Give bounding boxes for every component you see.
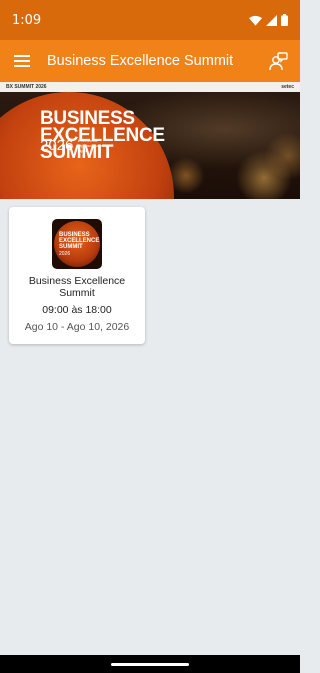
wifi-icon xyxy=(249,15,262,26)
banner-header-strip: BX SUMMIT 2026 setec xyxy=(0,82,300,92)
thumbnail-line-3: SUMMIT xyxy=(59,244,83,250)
menu-button[interactable] xyxy=(0,40,44,82)
event-time: 09:00 às 18:00 xyxy=(42,304,112,316)
event-thumbnail: BUSINESS EXCELLENCE SUMMIT 2026 xyxy=(52,219,102,269)
banner-year: 2026 xyxy=(40,137,74,154)
navigation-bar xyxy=(0,655,300,673)
event-card[interactable]: BUSINESS EXCELLENCE SUMMIT 2026 Business… xyxy=(9,207,145,344)
app-title: Business Excellence Summit xyxy=(47,53,234,69)
signal-icon xyxy=(266,14,277,26)
banner-left-label: BX SUMMIT 2026 xyxy=(6,84,47,90)
hamburger-menu-icon xyxy=(14,55,30,67)
user-chat-icon xyxy=(269,52,288,71)
banner-tagline: Excelência Operacional em ação xyxy=(78,138,107,153)
battery-icon xyxy=(281,14,288,26)
home-gesture-handle[interactable] xyxy=(111,662,189,666)
app-bar: Business Excellence Summit xyxy=(0,40,300,82)
status-time: 1:09 xyxy=(12,12,42,28)
thumbnail-headline: BUSINESS EXCELLENCE SUMMIT xyxy=(59,232,99,250)
profile-button[interactable] xyxy=(256,40,300,82)
thumbnail-year: 2026 xyxy=(59,251,71,257)
banner-right-label: setec xyxy=(281,84,294,90)
status-bar: 1:09 xyxy=(0,0,300,40)
event-title: Business Excellence Summit xyxy=(28,275,126,299)
status-icons xyxy=(249,14,288,26)
event-banner: BX SUMMIT 2026 setec BUSINESS EXCELLENCE… xyxy=(0,82,300,199)
event-dates: Ago 10 - Ago 10, 2026 xyxy=(24,321,130,333)
